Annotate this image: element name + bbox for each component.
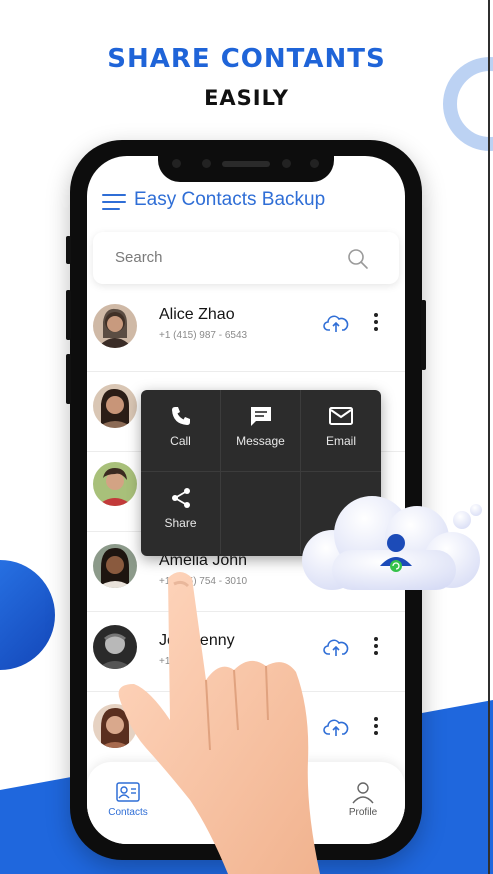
contact-avatar	[93, 384, 137, 428]
message-action[interactable]: Message	[221, 390, 301, 472]
profile-icon	[352, 782, 374, 804]
email-label: Email	[325, 434, 356, 448]
call-label: Call	[170, 434, 191, 448]
pointing-hand-illustration	[118, 572, 320, 874]
phone-icon	[171, 407, 190, 425]
contact-name: Alice Zhao	[159, 306, 235, 323]
app-title: Easy Contacts Backup	[134, 189, 326, 210]
contact-avatar	[93, 462, 137, 506]
contact-avatar	[93, 304, 137, 348]
phone-side-button	[66, 236, 71, 264]
phone-side-button	[66, 290, 71, 340]
phone-notch	[158, 150, 334, 182]
message-icon	[250, 407, 271, 426]
cloud-upload-icon[interactable]	[323, 312, 349, 334]
search-bar[interactable]: Search	[93, 232, 399, 284]
headline-subtitle: EASILY	[204, 86, 289, 110]
call-action[interactable]: Call	[141, 390, 221, 472]
search-placeholder: Search	[115, 249, 163, 266]
more-options-icon[interactable]	[370, 637, 382, 657]
empty-action	[221, 472, 301, 554]
contact-phone: +1 (415) 987 - 6543	[159, 330, 248, 341]
more-options-icon[interactable]	[370, 313, 382, 333]
contact-row[interactable]: Alice Zhao +1 (415) 987 - 6543	[87, 292, 405, 372]
frame-border	[488, 0, 490, 874]
share-icon	[171, 488, 190, 508]
phone-side-button	[66, 354, 71, 404]
share-action[interactable]: Share	[141, 472, 221, 554]
phone-side-button	[421, 300, 426, 370]
share-label: Share	[164, 516, 197, 530]
message-label: Message	[236, 434, 285, 448]
search-icon[interactable]	[347, 248, 369, 270]
headline-title: SHARE CONTANTS	[107, 44, 386, 74]
menu-icon[interactable]	[102, 194, 126, 210]
more-options-icon[interactable]	[370, 717, 382, 737]
email-icon	[329, 407, 353, 425]
email-action[interactable]: Email	[301, 390, 381, 472]
